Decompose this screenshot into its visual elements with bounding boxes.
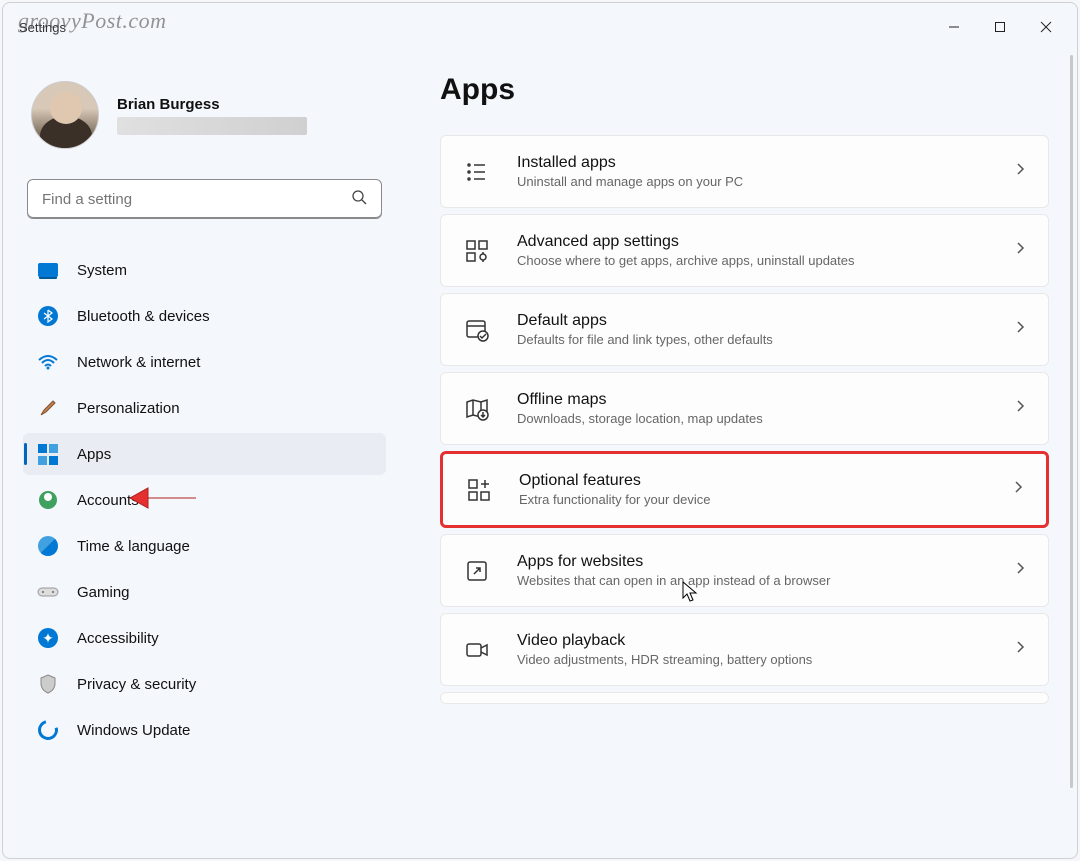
sidebar-item-label: Apps [77, 446, 111, 463]
chevron-right-icon [1014, 398, 1026, 419]
nav: System Bluetooth & devices Network & int… [23, 249, 386, 751]
sidebar-item-network[interactable]: Network & internet [23, 341, 386, 383]
search-input[interactable] [42, 191, 351, 208]
sidebar-item-accessibility[interactable]: ✦ Accessibility [23, 617, 386, 659]
card-desc: Extra functionality for your device [519, 492, 986, 507]
close-icon [1040, 21, 1052, 33]
brush-icon [37, 397, 59, 419]
sidebar-item-bluetooth[interactable]: Bluetooth & devices [23, 295, 386, 337]
sidebar-item-label: System [77, 262, 127, 279]
window-check-icon [463, 316, 491, 344]
minimize-icon [948, 21, 960, 33]
sidebar-item-label: Network & internet [77, 354, 200, 371]
sidebar-item-label: Accounts [77, 492, 139, 509]
scrollbar[interactable] [1065, 55, 1073, 852]
card-partial[interactable] [440, 692, 1049, 704]
user-profile[interactable]: Brian Burgess [23, 81, 386, 149]
sidebar-item-label: Bluetooth & devices [77, 308, 210, 325]
search-icon [351, 189, 367, 210]
minimize-button[interactable] [931, 11, 977, 43]
update-icon [37, 719, 59, 741]
sidebar: Brian Burgess System Bluetooth & devices [3, 51, 398, 858]
sidebar-item-accounts[interactable]: Accounts [23, 479, 386, 521]
page-title: Apps [440, 73, 1055, 107]
sidebar-item-privacy[interactable]: Privacy & security [23, 663, 386, 705]
chevron-right-icon [1014, 639, 1026, 660]
gamepad-icon [37, 581, 59, 603]
clock-icon [37, 535, 59, 557]
list-icon [463, 158, 491, 186]
grid-plus-icon [465, 476, 493, 504]
card-video-playback[interactable]: Video playback Video adjustments, HDR str… [440, 613, 1049, 686]
user-email-redacted [117, 117, 307, 135]
sidebar-item-gaming[interactable]: Gaming [23, 571, 386, 613]
card-desc: Video adjustments, HDR streaming, batter… [517, 652, 988, 667]
user-name: Brian Burgess [117, 96, 307, 113]
map-download-icon [463, 395, 491, 423]
card-title: Apps for websites [517, 553, 988, 571]
card-advanced-settings[interactable]: Advanced app settings Choose where to get… [440, 214, 1049, 287]
watermark: groovyPost.com [18, 8, 167, 34]
apps-icon [37, 443, 59, 465]
accessibility-icon: ✦ [37, 627, 59, 649]
card-title: Advanced app settings [517, 233, 988, 251]
sidebar-item-time[interactable]: Time & language [23, 525, 386, 567]
wifi-icon [37, 351, 59, 373]
card-desc: Uninstall and manage apps on your PC [517, 174, 988, 189]
card-title: Offline maps [517, 391, 988, 409]
card-installed-apps[interactable]: Installed apps Uninstall and manage apps … [440, 135, 1049, 208]
card-title: Installed apps [517, 154, 988, 172]
sidebar-item-label: Personalization [77, 400, 180, 417]
grid-gear-icon [463, 237, 491, 265]
sidebar-item-label: Windows Update [77, 722, 190, 739]
sidebar-item-apps[interactable]: Apps [23, 433, 386, 475]
sidebar-item-label: Accessibility [77, 630, 159, 647]
cards-list: Installed apps Uninstall and manage apps … [440, 135, 1055, 704]
sidebar-item-label: Time & language [77, 538, 190, 555]
accounts-icon [37, 489, 59, 511]
avatar [31, 81, 99, 149]
maximize-icon [994, 21, 1006, 33]
search-box[interactable] [27, 179, 382, 219]
sidebar-item-personalization[interactable]: Personalization [23, 387, 386, 429]
chevron-right-icon [1014, 161, 1026, 182]
card-title: Video playback [517, 632, 988, 650]
card-title: Optional features [519, 472, 986, 490]
maximize-button[interactable] [977, 11, 1023, 43]
card-desc: Downloads, storage location, map updates [517, 411, 988, 426]
card-optional-features[interactable]: Optional features Extra functionality for… [440, 451, 1049, 528]
card-desc: Choose where to get apps, archive apps, … [517, 253, 988, 268]
card-desc: Defaults for file and link types, other … [517, 332, 988, 347]
bluetooth-icon [37, 305, 59, 327]
card-offline-maps[interactable]: Offline maps Downloads, storage location,… [440, 372, 1049, 445]
chevron-right-icon [1014, 319, 1026, 340]
shield-icon [37, 673, 59, 695]
chevron-right-icon [1014, 560, 1026, 581]
main: Apps Installed apps Uninstall and manage … [398, 51, 1077, 858]
card-desc: Websites that can open in an app instead… [517, 573, 988, 588]
sidebar-item-label: Privacy & security [77, 676, 196, 693]
sidebar-item-system[interactable]: System [23, 249, 386, 291]
sidebar-item-label: Gaming [77, 584, 130, 601]
card-title: Default apps [517, 312, 988, 330]
settings-window: Settings Brian Burgess [2, 2, 1078, 859]
system-icon [37, 259, 59, 281]
scrollbar-thumb[interactable] [1070, 55, 1073, 788]
card-apps-for-websites[interactable]: Apps for websites Websites that can open … [440, 534, 1049, 607]
video-icon [463, 636, 491, 664]
sidebar-item-update[interactable]: Windows Update [23, 709, 386, 751]
chevron-right-icon [1012, 479, 1024, 500]
external-link-icon [463, 557, 491, 585]
card-default-apps[interactable]: Default apps Defaults for file and link t… [440, 293, 1049, 366]
close-button[interactable] [1023, 11, 1069, 43]
chevron-right-icon [1014, 240, 1026, 261]
